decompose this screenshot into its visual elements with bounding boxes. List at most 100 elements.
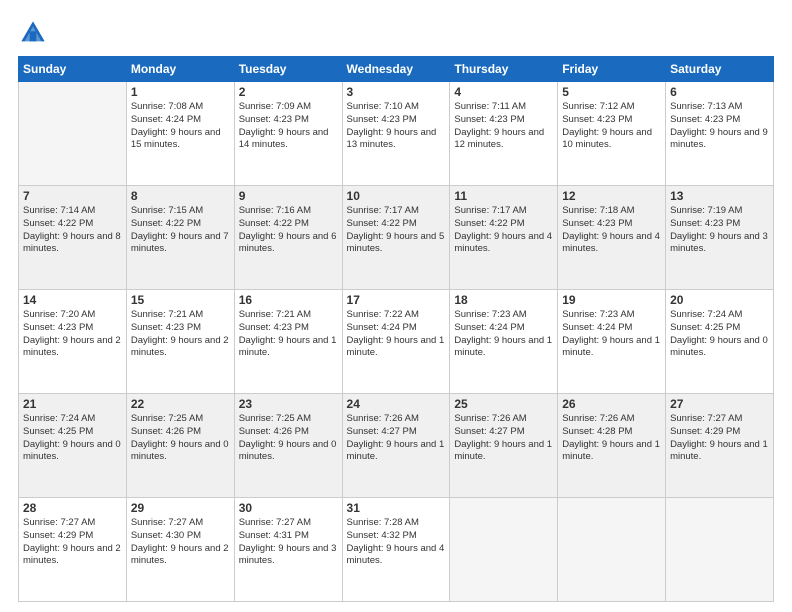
calendar-cell: 7Sunrise: 7:14 AMSunset: 4:22 PMDaylight… [19, 186, 127, 290]
calendar-cell: 30 Sunrise: 7:27 AMSunset: 4:31 PMDayligh… [234, 498, 342, 602]
sunset-text: Sunset: 4:24 PM [131, 114, 230, 127]
sunset-text: Sunset: 4:24 PM [347, 322, 446, 335]
sunrise-text: Sunrise: 7:18 AM [562, 205, 661, 218]
calendar-cell [450, 498, 558, 602]
day-number: 20 [670, 293, 769, 307]
day-number: 14 [23, 293, 122, 307]
sunrise-text: Sunrise: 7:27 AM [239, 517, 338, 530]
sunrise-text: Sunrise: 7:25 AM [239, 413, 338, 426]
calendar-table: SundayMondayTuesdayWednesdayThursdayFrid… [18, 56, 774, 602]
day-number: 17 [347, 293, 446, 307]
sunrise-text: Sunrise: 7:24 AM [670, 309, 769, 322]
calendar-week-row: 7Sunrise: 7:14 AMSunset: 4:22 PMDaylight… [19, 186, 774, 290]
sunset-text: Sunset: 4:23 PM [23, 322, 122, 335]
calendar-cell: 26Sunrise: 7:26 AMSunset: 4:28 PMDayligh… [558, 394, 666, 498]
calendar-cell: 4Sunrise: 7:11 AMSunset: 4:23 PMDaylight… [450, 82, 558, 186]
sunrise-text: Sunrise: 7:27 AM [23, 517, 122, 530]
day-number: 25 [454, 397, 553, 411]
calendar-cell: 1Sunrise: 7:08 AMSunset: 4:24 PMDaylight… [126, 82, 234, 186]
daylight-text: Daylight: 9 hours and 1 minute. [454, 335, 553, 361]
sunset-text: Sunset: 4:23 PM [562, 218, 661, 231]
calendar-cell: 22Sunrise: 7:25 AMSunset: 4:26 PMDayligh… [126, 394, 234, 498]
calendar-cell: 19Sunrise: 7:23 AMSunset: 4:24 PMDayligh… [558, 290, 666, 394]
sunrise-text: Sunrise: 7:23 AM [562, 309, 661, 322]
sunset-text: Sunset: 4:23 PM [454, 114, 553, 127]
calendar-cell: 2Sunrise: 7:09 AMSunset: 4:23 PMDaylight… [234, 82, 342, 186]
sunrise-text: Sunrise: 7:23 AM [454, 309, 553, 322]
sunrise-text: Sunrise: 7:25 AM [131, 413, 230, 426]
calendar-cell: 14Sunrise: 7:20 AMSunset: 4:23 PMDayligh… [19, 290, 127, 394]
daylight-text: Daylight: 9 hours and 1 minute. [562, 335, 661, 361]
sunrise-text: Sunrise: 7:21 AM [131, 309, 230, 322]
sunrise-text: Sunrise: 7:13 AM [670, 101, 769, 114]
daylight-text: Daylight: 9 hours and 14 minutes. [239, 127, 338, 153]
sunset-text: Sunset: 4:27 PM [454, 426, 553, 439]
sunset-text: Sunset: 4:26 PM [239, 426, 338, 439]
daylight-text: Daylight: 9 hours and 2 minutes. [23, 335, 122, 361]
sunrise-text: Sunrise: 7:26 AM [347, 413, 446, 426]
sunset-text: Sunset: 4:31 PM [239, 530, 338, 543]
calendar-cell: 12 Sunrise: 7:18 AMSunset: 4:23 PMDayligh… [558, 186, 666, 290]
calendar-cell: 9Sunrise: 7:16 AMSunset: 4:22 PMDaylight… [234, 186, 342, 290]
calendar-header-row: SundayMondayTuesdayWednesdayThursdayFrid… [19, 57, 774, 82]
daylight-text: Daylight: 9 hours and 2 minutes. [131, 543, 230, 569]
day-number: 13 [670, 189, 769, 203]
daylight-text: Daylight: 9 hours and 10 minutes. [562, 127, 661, 153]
daylight-text: Daylight: 9 hours and 5 minutes. [347, 231, 446, 257]
day-number: 9 [239, 189, 338, 203]
sunrise-text: Sunrise: 7:26 AM [454, 413, 553, 426]
day-number: 30 [239, 501, 338, 515]
daylight-text: Daylight: 9 hours and 4 minutes. [562, 231, 661, 257]
daylight-text: Daylight: 9 hours and 0 minutes. [670, 335, 769, 361]
sunrise-text: Sunrise: 7:10 AM [347, 101, 446, 114]
daylight-text: Daylight: 9 hours and 1 minute. [562, 439, 661, 465]
calendar-cell: 5Sunrise: 7:12 AMSunset: 4:23 PMDaylight… [558, 82, 666, 186]
sunrise-text: Sunrise: 7:26 AM [562, 413, 661, 426]
daylight-text: Daylight: 9 hours and 7 minutes. [131, 231, 230, 257]
calendar-week-row: 28Sunrise: 7:27 AMSunset: 4:29 PMDayligh… [19, 498, 774, 602]
sunset-text: Sunset: 4:23 PM [562, 114, 661, 127]
day-number: 19 [562, 293, 661, 307]
day-number: 21 [23, 397, 122, 411]
day-number: 12 [562, 189, 661, 203]
day-number: 22 [131, 397, 230, 411]
daylight-text: Daylight: 9 hours and 1 minute. [239, 335, 338, 361]
calendar-cell: 29Sunrise: 7:27 AMSunset: 4:30 PMDayligh… [126, 498, 234, 602]
sunrise-text: Sunrise: 7:14 AM [23, 205, 122, 218]
calendar-cell: 17Sunrise: 7:22 AMSunset: 4:24 PMDayligh… [342, 290, 450, 394]
calendar-cell: 10Sunrise: 7:17 AMSunset: 4:22 PMDayligh… [342, 186, 450, 290]
daylight-text: Daylight: 9 hours and 9 minutes. [670, 127, 769, 153]
sunset-text: Sunset: 4:28 PM [562, 426, 661, 439]
weekday-header-wednesday: Wednesday [342, 57, 450, 82]
daylight-text: Daylight: 9 hours and 12 minutes. [454, 127, 553, 153]
day-number: 6 [670, 85, 769, 99]
calendar-cell: 31Sunrise: 7:28 AMSunset: 4:32 PMDayligh… [342, 498, 450, 602]
sunrise-text: Sunrise: 7:24 AM [23, 413, 122, 426]
daylight-text: Daylight: 9 hours and 4 minutes. [454, 231, 553, 257]
day-number: 18 [454, 293, 553, 307]
calendar-cell [558, 498, 666, 602]
day-number: 27 [670, 397, 769, 411]
daylight-text: Daylight: 9 hours and 3 minutes. [239, 543, 338, 569]
calendar-cell: 16Sunrise: 7:21 AMSunset: 4:23 PMDayligh… [234, 290, 342, 394]
day-number: 4 [454, 85, 553, 99]
calendar-cell: 18Sunrise: 7:23 AMSunset: 4:24 PMDayligh… [450, 290, 558, 394]
calendar-cell: 15Sunrise: 7:21 AMSunset: 4:23 PMDayligh… [126, 290, 234, 394]
daylight-text: Daylight: 9 hours and 6 minutes. [239, 231, 338, 257]
day-number: 16 [239, 293, 338, 307]
sunset-text: Sunset: 4:22 PM [347, 218, 446, 231]
calendar-cell: 11Sunrise: 7:17 AMSunset: 4:22 PMDayligh… [450, 186, 558, 290]
calendar-cell: 25Sunrise: 7:26 AMSunset: 4:27 PMDayligh… [450, 394, 558, 498]
sunset-text: Sunset: 4:23 PM [670, 114, 769, 127]
daylight-text: Daylight: 9 hours and 2 minutes. [23, 543, 122, 569]
calendar-cell [666, 498, 774, 602]
weekday-header-saturday: Saturday [666, 57, 774, 82]
daylight-text: Daylight: 9 hours and 0 minutes. [239, 439, 338, 465]
sunset-text: Sunset: 4:29 PM [23, 530, 122, 543]
day-number: 1 [131, 85, 230, 99]
weekday-header-friday: Friday [558, 57, 666, 82]
calendar-cell: 8Sunrise: 7:15 AMSunset: 4:22 PMDaylight… [126, 186, 234, 290]
daylight-text: Daylight: 9 hours and 1 minute. [347, 335, 446, 361]
sunset-text: Sunset: 4:30 PM [131, 530, 230, 543]
sunrise-text: Sunrise: 7:12 AM [562, 101, 661, 114]
